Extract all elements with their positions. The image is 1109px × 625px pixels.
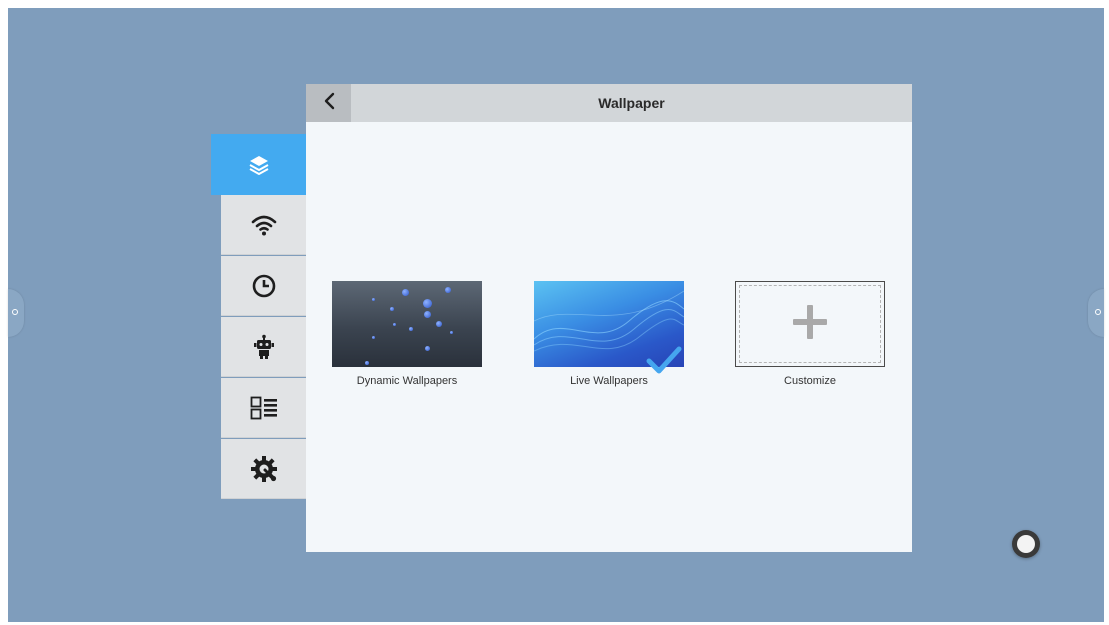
plus-icon <box>791 303 829 346</box>
sidebar-item-wallpaper[interactable] <box>211 134 306 195</box>
wallpaper-option-live[interactable]: Live Wallpapers <box>534 281 684 387</box>
back-button[interactable] <box>306 84 351 122</box>
page-title: Wallpaper <box>598 95 665 111</box>
dynamic-wallpaper-thumbnail[interactable] <box>332 281 482 367</box>
layers-icon <box>247 153 271 177</box>
gear-wrench-icon <box>250 455 278 483</box>
sidebar-item-time[interactable] <box>221 256 306 316</box>
sidebar-item-layout[interactable] <box>221 378 306 438</box>
handle-dot-icon <box>12 309 18 315</box>
wallpaper-option-customize[interactable]: Customize <box>735 281 885 387</box>
wallpaper-label: Live Wallpapers <box>570 375 648 387</box>
right-edge-handle[interactable] <box>1088 289 1104 337</box>
list-layout-icon <box>250 396 278 420</box>
wifi-icon <box>251 213 277 237</box>
sidebar-item-robot[interactable] <box>221 317 306 377</box>
chevron-left-icon <box>322 92 336 115</box>
floating-assistive-button[interactable] <box>1012 530 1040 558</box>
wallpaper-label: Customize <box>784 375 836 387</box>
sidebar-item-network[interactable] <box>221 195 306 255</box>
floating-button-inner <box>1017 535 1035 553</box>
customize-add-tile[interactable] <box>735 281 885 367</box>
wallpaper-label: Dynamic Wallpapers <box>356 375 458 387</box>
wallpaper-panel: Wallpaper Dynamic Wallpapers Live Wallpa… <box>306 84 912 552</box>
handle-dot-icon <box>1095 309 1101 315</box>
robot-icon <box>252 334 276 360</box>
wallpaper-option-dynamic[interactable]: Dynamic Wallpapers <box>332 281 482 387</box>
clock-icon <box>252 274 276 298</box>
sidebar-item-system[interactable] <box>221 439 306 499</box>
panel-header: Wallpaper <box>306 84 912 122</box>
